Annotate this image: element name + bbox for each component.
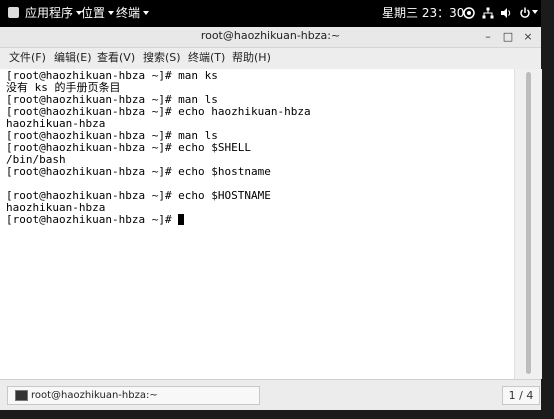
- terminal-prompt-line[interactable]: [root@haozhikuan-hbza ~]#: [6, 213, 185, 226]
- power-icon[interactable]: [519, 7, 531, 19]
- desktop: 应用程序 位置 终端 星期三 23：30 root@haozhikuan-hbz…: [0, 0, 542, 410]
- menu-terminal[interactable]: 终端(T): [188, 51, 225, 65]
- clock-time: 23：30: [421, 6, 465, 20]
- places-label: 位置: [81, 6, 106, 20]
- scrollbar-thumb[interactable]: [526, 72, 531, 374]
- minimize-button[interactable]: –: [481, 30, 495, 44]
- terminal-line: [root@haozhikuan-hbza ~]# echo $hostname: [6, 165, 271, 178]
- network-icon[interactable]: [482, 7, 494, 19]
- vertical-scrollbar[interactable]: [514, 69, 542, 379]
- prompt-text: [root@haozhikuan-hbza ~]#: [6, 213, 179, 226]
- bottom-panel: root@haozhikuan-hbza:~ 1 / 4: [0, 379, 541, 410]
- chevron-down-icon: [143, 11, 150, 15]
- title-bar[interactable]: root@haozhikuan-hbza:~ – □ ×: [0, 27, 541, 48]
- menu-search[interactable]: 搜索(S): [143, 51, 181, 65]
- apps-menu-icon[interactable]: [8, 7, 19, 18]
- menu-bar: 文件(F) 编辑(E) 查看(V) 搜索(S) 终端(T) 帮助(H): [0, 48, 541, 70]
- terminal-output[interactable]: [root@haozhikuan-hbza ~]# man ks 没有 ks 的…: [0, 69, 514, 379]
- chevron-down-icon: [108, 11, 115, 15]
- applications-label: 应用程序: [25, 6, 74, 20]
- clock-day: 星期三: [382, 6, 419, 20]
- terminal-app-menu[interactable]: 终端: [116, 5, 150, 21]
- taskbar-window-label: root@haozhikuan-hbza:~: [31, 390, 158, 401]
- top-panel: 应用程序 位置 终端 星期三 23：30: [0, 0, 541, 27]
- menu-view[interactable]: 查看(V): [97, 51, 135, 65]
- accessibility-icon[interactable]: [463, 7, 475, 19]
- text-cursor: [178, 214, 185, 225]
- maximize-button[interactable]: □: [501, 30, 515, 44]
- workspace-switcher[interactable]: 1 / 4: [502, 386, 540, 405]
- chevron-down-icon[interactable]: [532, 10, 538, 14]
- terminal-window: root@haozhikuan-hbza:~ – □ × 文件(F) 编辑(E)…: [0, 27, 542, 379]
- terminal-label: 终端: [116, 6, 141, 20]
- volume-icon[interactable]: [500, 7, 512, 19]
- menu-edit[interactable]: 编辑(E): [54, 51, 92, 65]
- places-menu[interactable]: 位置: [81, 5, 115, 21]
- menu-help[interactable]: 帮助(H): [232, 51, 271, 65]
- taskbar-window-button[interactable]: root@haozhikuan-hbza:~: [7, 386, 260, 405]
- window-title: root@haozhikuan-hbza:~: [200, 29, 341, 42]
- close-button[interactable]: ×: [521, 30, 535, 44]
- menu-file[interactable]: 文件(F): [9, 51, 46, 65]
- terminal-window-icon: [15, 390, 28, 401]
- clock[interactable]: 星期三 23：30: [382, 5, 464, 21]
- applications-menu[interactable]: 应用程序: [25, 5, 83, 21]
